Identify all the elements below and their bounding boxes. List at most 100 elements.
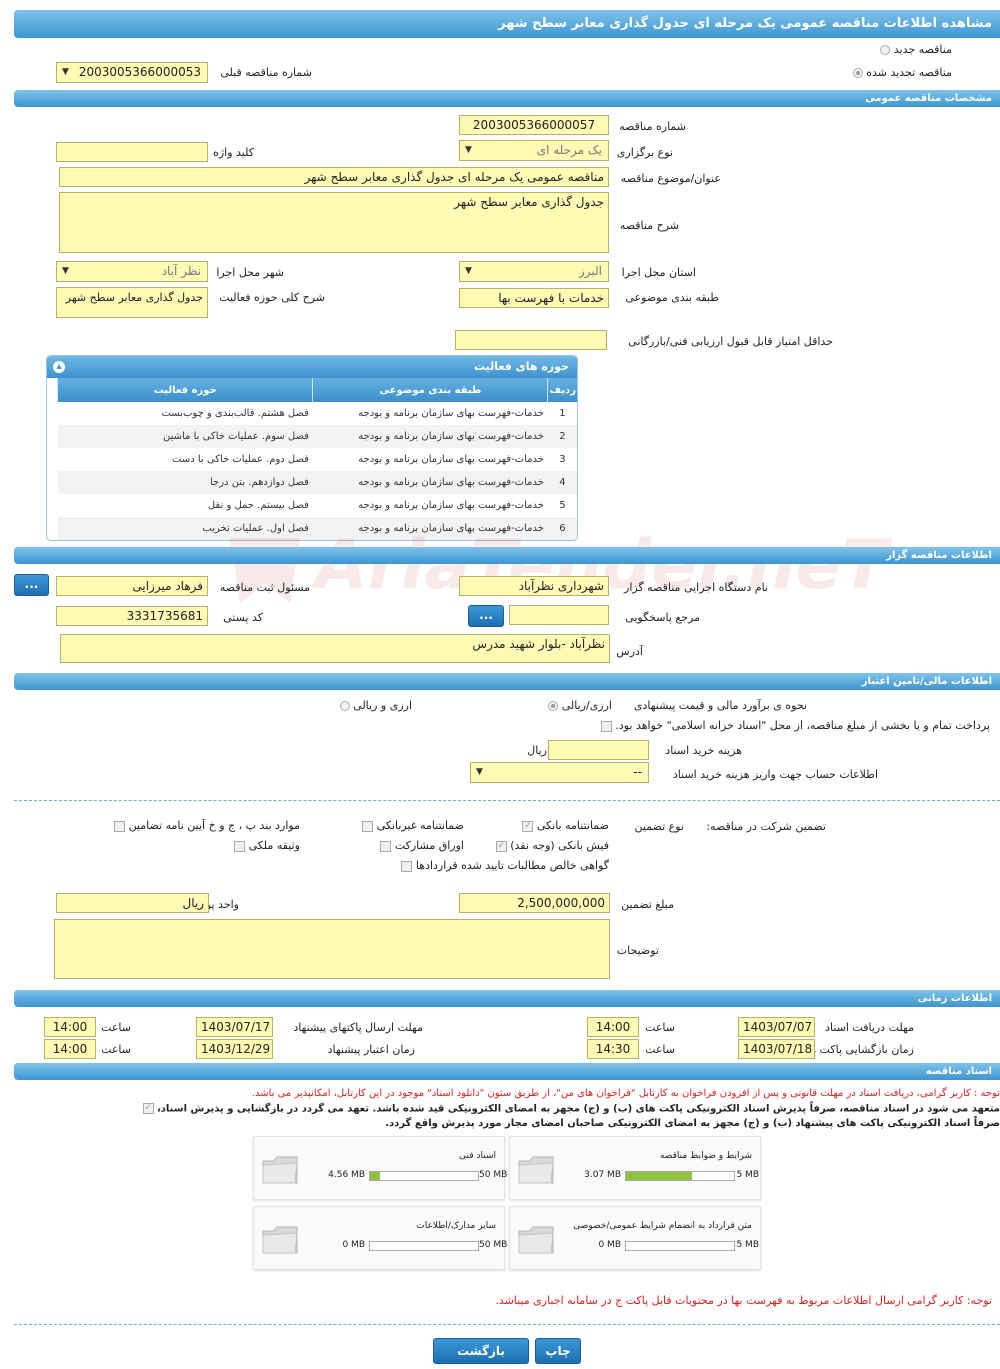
treasury-checkbox[interactable]: [600, 720, 612, 732]
back-button[interactable]: بازگشت: [433, 1338, 529, 1364]
checkbox-icon[interactable]: [362, 820, 374, 832]
radio-rial-icon[interactable]: [548, 701, 559, 711]
org-name-field[interactable]: شهرداری نظرآباد: [459, 576, 609, 596]
section-organizer-header: اطلاعات مناقصه گزار: [14, 547, 1000, 564]
print-button[interactable]: چاپ: [535, 1338, 581, 1364]
guarantee-amount-field[interactable]: 2,500,000,000: [459, 893, 610, 913]
file-box[interactable]: متن قرارداد به انضمام شرایط عمومی/خصوصی …: [509, 1206, 761, 1270]
currency-field[interactable]: ریال: [56, 893, 209, 913]
doc-cost-field[interactable]: [548, 740, 649, 760]
row-number: 4: [547, 471, 577, 494]
checkbox-icon[interactable]: [114, 820, 126, 832]
radio-rial[interactable]: ارزی/ریالی: [548, 699, 612, 712]
checkbox-icon[interactable]: [234, 840, 246, 852]
chevron-down-icon: ▼: [62, 67, 69, 77]
holding-type-select[interactable]: یک مرحله ای ▼: [459, 140, 609, 161]
opt-nonbank-guarantee[interactable]: ضمانتنامه غیربانکی: [362, 819, 464, 832]
prev-number-select[interactable]: 2003005366000053 ▼: [56, 62, 208, 83]
checkbox-icon[interactable]: ✓: [495, 840, 507, 852]
file-name: اسناد فنی: [459, 1151, 496, 1161]
opt-property[interactable]: وثیقه ملکی: [234, 839, 300, 852]
treasury-checkbox-row[interactable]: پرداخت تمام و یا بخشی از مبلغ مناقصه، از…: [600, 719, 990, 732]
account-select[interactable]: -- ▼: [470, 762, 649, 783]
responsible-field[interactable]: فرهاد میرزایی: [56, 576, 208, 596]
keyword-label: کلید واژه: [213, 146, 254, 159]
folder-icon: [518, 1226, 554, 1254]
file-name: سایر مدارک/اطلاعات: [416, 1221, 496, 1231]
opt-bonds[interactable]: اوراق مشارکت: [380, 839, 464, 852]
radio-renewed-icon[interactable]: [852, 68, 863, 78]
col-category-header: طبقه بندی موضوعی: [312, 378, 548, 402]
opt-bank-guarantee[interactable]: ضمانتنامه بانکی ✓: [522, 819, 609, 832]
city-select[interactable]: نظر آباد ▼: [56, 261, 208, 282]
file-max-size: 5 MB: [736, 1240, 759, 1250]
price-list-note: توجه: کاربر گرامی ارسال اطلاعات مربوط به…: [495, 1294, 992, 1307]
row-number: 3: [559, 454, 566, 465]
address-field[interactable]: نظرآباد -بلوار شهید مدرس: [60, 634, 610, 663]
description-label: شرح مناقصه: [619, 219, 679, 232]
commit-checkbox-row[interactable]: متعهد می شود در اسناد مناقصه، صرفاً پذیر…: [142, 1103, 1000, 1115]
collapse-icon[interactable]: ▴: [53, 361, 65, 373]
subject-field[interactable]: مناقصه عمومی یک مرحله ای جدول گذاری معاب…: [59, 167, 609, 187]
row-number: 2: [547, 425, 577, 448]
reference-more-button[interactable]: ...: [468, 605, 504, 627]
file-box[interactable]: سایر مدارک/اطلاعات 50 MB 0 MB: [253, 1206, 508, 1270]
row-category: خدمات-فهرست بهای سازمان برنامه و بودجه: [358, 408, 544, 419]
scope-field[interactable]: جدول گذاری معابر سطح شهر: [56, 287, 208, 318]
opt-clauses[interactable]: موارد بند پ ، ج و خ آیین نامه تضامین: [114, 819, 300, 832]
folder-icon: [518, 1156, 554, 1184]
tender-number-field[interactable]: 2003005366000057: [459, 115, 609, 135]
opening-hour-field[interactable]: 14:30: [587, 1039, 639, 1059]
receive-time-field[interactable]: 14:00: [587, 1017, 639, 1037]
file-progress-bar: [369, 1171, 479, 1181]
radio-both-icon[interactable]: [339, 701, 350, 711]
commit-checkbox[interactable]: ✓: [142, 1103, 154, 1114]
col-row-header: ردیف: [547, 378, 577, 402]
category-field[interactable]: خدمات با فهرست بها: [459, 288, 609, 308]
org-name-label: نام دستگاه اجرایی مناقصه گزار: [624, 581, 768, 594]
opening-time-label: زمان بازگشایی پاکت ها: [806, 1043, 914, 1056]
send-time-field[interactable]: 14:00: [44, 1017, 96, 1037]
radio-new-tender[interactable]: مناقصه جدید: [880, 43, 952, 56]
holding-type-label: نوع برگزاری: [616, 146, 673, 159]
validity-time-field[interactable]: 14:00: [44, 1039, 96, 1059]
opening-date-field[interactable]: 1403/07/18: [738, 1039, 815, 1059]
file-box[interactable]: اسناد فنی 50 MB 4.56 MB: [253, 1136, 507, 1200]
row-number: 5: [559, 500, 566, 511]
section-general-header: مشخصات مناقصه عمومی: [14, 90, 1000, 107]
opt-receivables[interactable]: گواهی خالص مطالبات تایید شده قراردادها: [401, 859, 609, 872]
file-max-size: 50 MB: [479, 1240, 508, 1250]
activities-table: ردیف طبقه بندی موضوعی حوزه فعالیت 1 خدمات…: [56, 378, 577, 540]
opt-bank-receipt[interactable]: فیش بانکی (وجه نقد) ✓: [495, 839, 609, 852]
keyword-field[interactable]: [56, 142, 208, 162]
validity-date-field[interactable]: 1403/12/29: [196, 1039, 273, 1059]
radio-currency-rial[interactable]: ارزی و ریالی: [339, 699, 412, 712]
row-scope: فصل بیستم. حمل و نقل: [207, 500, 309, 511]
file-current-size: 0 MB: [342, 1240, 365, 1250]
reference-label: مرجع پاسخگویی: [625, 611, 700, 624]
file-progress-fill: [626, 1172, 693, 1180]
notes-field[interactable]: [54, 919, 610, 979]
province-select[interactable]: البرز ▼: [459, 261, 609, 282]
radio-new-icon[interactable]: [880, 45, 891, 55]
file-box[interactable]: شرایط و ضوابط مناقصه 5 MB 3.07 MB: [509, 1136, 761, 1200]
receive-date-field[interactable]: 1403/07/07: [738, 1017, 815, 1037]
file-progress-bar: [625, 1241, 735, 1251]
file-current-size: 4.56 MB: [328, 1170, 365, 1180]
responsible-more-button[interactable]: ...: [14, 574, 49, 596]
checkbox-icon[interactable]: ✓: [522, 820, 534, 832]
activities-panel: حوزه های فعالیت ▴ ردیف طبقه بندی موضوعی …: [46, 355, 578, 541]
postal-field[interactable]: 3331735681: [56, 606, 208, 626]
send-date-field[interactable]: 1403/07/17: [196, 1017, 273, 1037]
description-field[interactable]: جدول گذاری معابر سطح شهر: [59, 192, 609, 253]
table-row: 2 خدمات-فهرست بهای سازمان برنامه و بودجه ف…: [57, 425, 577, 448]
checkbox-icon[interactable]: [380, 840, 392, 852]
checkbox-icon[interactable]: [401, 860, 413, 872]
reference-field[interactable]: [509, 605, 609, 625]
docs-note: توجه : کاربر گرامی، دریافت اسناد در مهلت…: [251, 1088, 1000, 1099]
validity-label: زمان اعتبار پیشنهاد: [327, 1043, 415, 1056]
min-score-field[interactable]: [455, 330, 607, 350]
row-number: 1: [559, 408, 566, 419]
guarantee-type-label: نوع تضمین: [634, 820, 684, 833]
radio-renewed-tender[interactable]: مناقصه تجدید شده: [852, 66, 952, 79]
